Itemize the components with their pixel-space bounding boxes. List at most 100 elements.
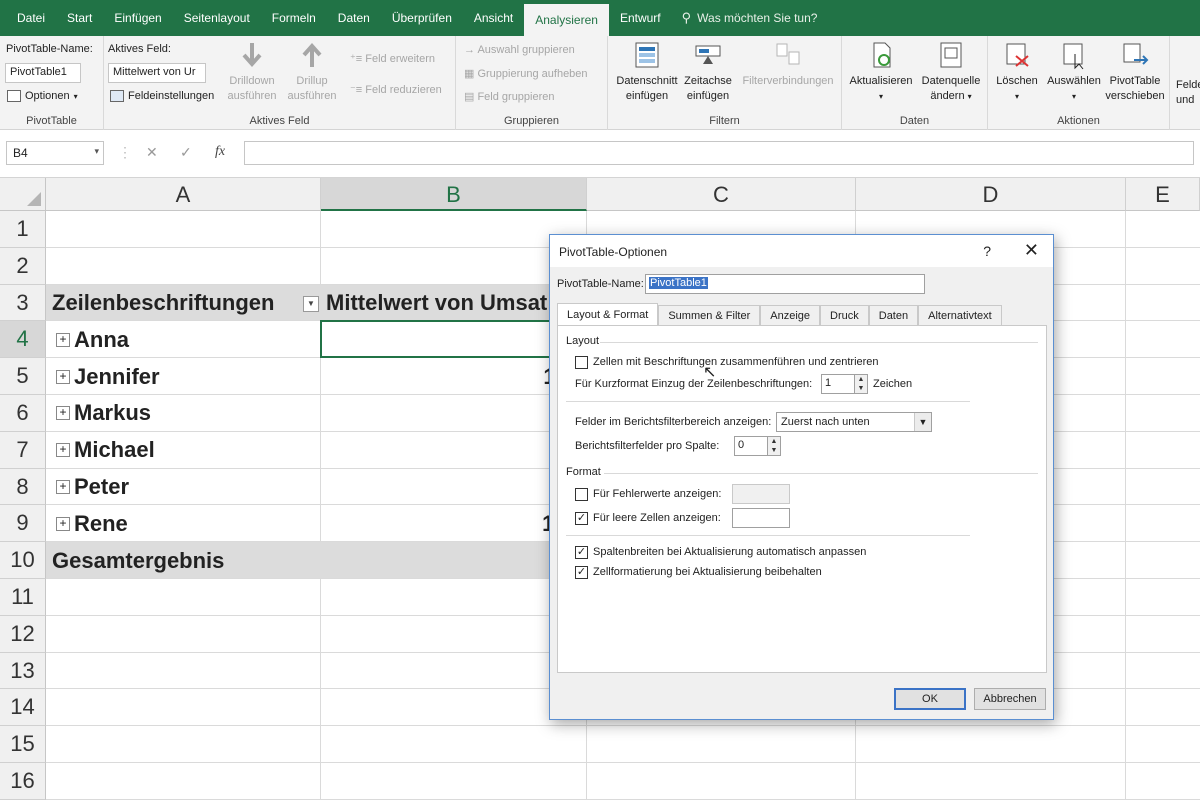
row-header-9[interactable]: 9 <box>0 505 46 543</box>
indent-input[interactable]: 1 <box>821 374 855 394</box>
column-header-E[interactable]: E <box>1126 178 1200 211</box>
error-values-checkbox[interactable] <box>575 488 588 501</box>
ungroup-button[interactable]: ▦ Gruppierung aufheben <box>464 67 588 80</box>
tab-5[interactable]: Daten <box>327 0 381 36</box>
options-button[interactable]: Optionen ▾ <box>7 90 78 102</box>
pivottable-name-input[interactable]: PivotTable1 <box>5 63 81 83</box>
row-header-5[interactable]: 5 <box>0 358 46 395</box>
row-header-16[interactable]: 16 <box>0 763 46 800</box>
pivot-row-label[interactable]: + Peter <box>56 469 316 506</box>
close-icon[interactable]: ✕ <box>1024 240 1039 261</box>
error-values-input[interactable] <box>732 484 790 504</box>
tab-2[interactable]: Einfügen <box>103 0 172 36</box>
tab-9[interactable]: Entwurf <box>609 0 672 36</box>
insert-timeline-button[interactable]: Zeitachse einfügen <box>680 40 736 104</box>
formula-input[interactable] <box>244 141 1194 165</box>
drilldown-button[interactable]: Drilldown ausführen <box>224 40 280 104</box>
help-icon[interactable]: ? <box>983 243 991 259</box>
dialog-tab-3[interactable]: Druck <box>820 305 869 325</box>
values-header[interactable]: Mittelwert von Umsat <box>326 285 587 322</box>
row-header-10[interactable]: 10 <box>0 542 46 579</box>
row-header-4[interactable]: 4 <box>0 321 46 359</box>
active-field-input[interactable]: Mittelwert von Ur <box>108 63 206 83</box>
tab-7[interactable]: Ansicht <box>463 0 524 36</box>
column-header-D[interactable]: D <box>856 178 1126 211</box>
filter-fields-input[interactable]: 0 <box>734 436 768 456</box>
filter-fields-spinner[interactable]: ▲ ▼ <box>767 436 781 456</box>
expand-field-button[interactable]: ⁺≡ Feld erweitern <box>350 52 435 65</box>
dialog-tab-0[interactable]: Layout & Format <box>557 303 659 325</box>
grand-total-label[interactable]: Gesamtergebnis <box>52 542 312 579</box>
ok-button[interactable]: OK <box>894 688 966 710</box>
selected-cell-b4[interactable] <box>320 320 587 359</box>
dialog-tab-4[interactable]: Daten <box>868 305 919 325</box>
row-labels-filter-button[interactable]: ▼ <box>303 295 319 312</box>
pivot-row-label[interactable]: + Jennifer <box>56 358 316 395</box>
field-list-button[interactable]: Felde und <box>1172 78 1200 108</box>
pivot-row-label[interactable]: + Michael <box>56 432 316 469</box>
dialog-tab-5[interactable]: Alternativtext <box>918 305 1002 325</box>
tab-8[interactable]: Analysieren <box>524 4 609 36</box>
preserve-format-checkbox[interactable]: ✓ <box>575 566 588 579</box>
tab-4[interactable]: Formeln <box>261 0 327 36</box>
tab-0[interactable]: Datei <box>6 0 56 36</box>
expand-icon[interactable]: + <box>56 332 70 347</box>
expand-icon[interactable]: + <box>56 443 70 458</box>
row-header-14[interactable]: 14 <box>0 689 46 727</box>
dialog-tab-2[interactable]: Anzeige <box>760 305 821 325</box>
pivot-row-label[interactable]: + Markus <box>56 395 316 432</box>
select-all-button[interactable] <box>0 178 46 211</box>
refresh-button[interactable]: Aktualisieren ▾ <box>846 40 916 104</box>
enter-icon[interactable]: ✓ <box>180 144 192 161</box>
insert-function-icon[interactable]: fx <box>215 144 225 160</box>
tab-6[interactable]: Überprüfen <box>381 0 463 36</box>
row-labels-header[interactable]: Zeilenbeschriftungen <box>52 285 302 322</box>
column-header-B[interactable]: B <box>321 178 587 211</box>
group-field-button[interactable]: ▤ Feld gruppieren <box>464 90 555 103</box>
pivot-row-label[interactable]: + Rene <box>56 505 316 542</box>
row-header-12[interactable]: 12 <box>0 615 46 653</box>
row-header-13[interactable]: 13 <box>0 652 46 690</box>
merge-checkbox[interactable] <box>575 356 588 369</box>
select-button[interactable]: Auswählen ▾ <box>1044 40 1104 104</box>
column-header-C[interactable]: C <box>587 178 856 211</box>
pivot-row-value[interactable]: 9,5 <box>330 469 585 506</box>
pivot-row-value[interactable]: 9,0 <box>330 395 585 432</box>
autofit-checkbox[interactable]: ✓ <box>575 546 588 559</box>
expand-icon[interactable]: + <box>56 369 70 384</box>
group-selection-button[interactable]: → Auswahl gruppieren <box>464 44 575 56</box>
pivot-row-label[interactable]: + Anna <box>56 321 316 358</box>
dialog-tab-1[interactable]: Summen & Filter <box>658 305 761 325</box>
pivot-row-value[interactable]: 11,7 <box>330 358 585 395</box>
cancel-button[interactable]: Abbrechen <box>974 688 1046 710</box>
empty-cells-input[interactable] <box>732 508 790 528</box>
column-header-A[interactable]: A <box>46 178 321 211</box>
expand-icon[interactable]: + <box>56 406 70 421</box>
collapse-field-button[interactable]: ⁻≡ Feld reduzieren <box>350 83 442 96</box>
filter-connections-button[interactable]: Filterverbindungen <box>736 40 840 89</box>
move-pivottable-button[interactable]: PivotTable verschieben <box>1102 40 1168 104</box>
filter-area-select[interactable]: Zuerst nach unten ▼ <box>776 412 932 432</box>
row-header-7[interactable]: 7 <box>0 431 46 469</box>
row-header-6[interactable]: 6 <box>0 395 46 432</box>
drillup-button[interactable]: Drillup ausführen <box>282 40 342 104</box>
tab-3[interactable]: Seitenlayout <box>173 0 261 36</box>
tell-me-search[interactable]: ⚲ Was möchten Sie tun? <box>672 0 818 36</box>
name-box[interactable]: B4 ▾ <box>6 141 104 165</box>
row-header-3[interactable]: 3 <box>0 284 46 322</box>
pivot-row-value[interactable]: 3,4 <box>330 432 585 469</box>
expand-icon[interactable]: + <box>56 479 70 494</box>
row-header-1[interactable]: 1 <box>0 211 46 248</box>
empty-cells-checkbox[interactable]: ✓ <box>575 512 588 525</box>
row-header-15[interactable]: 15 <box>0 726 46 763</box>
row-header-11[interactable]: 11 <box>0 579 46 616</box>
insert-slicer-button[interactable]: Datenschnitt einfügen <box>614 40 680 104</box>
indent-spinner[interactable]: ▲ ▼ <box>854 374 868 394</box>
row-header-2[interactable]: 2 <box>0 247 46 285</box>
dialog-name-input[interactable]: PivotTable1 <box>645 274 925 294</box>
clear-button[interactable]: Löschen ▾ <box>990 40 1044 104</box>
expand-icon[interactable]: + <box>56 516 70 531</box>
field-settings-button[interactable]: Feldeinstellungen <box>110 90 214 102</box>
change-source-button[interactable]: Datenquelle ändern ▾ <box>916 40 986 104</box>
pivot-row-value[interactable]: 16,3 <box>330 505 585 542</box>
